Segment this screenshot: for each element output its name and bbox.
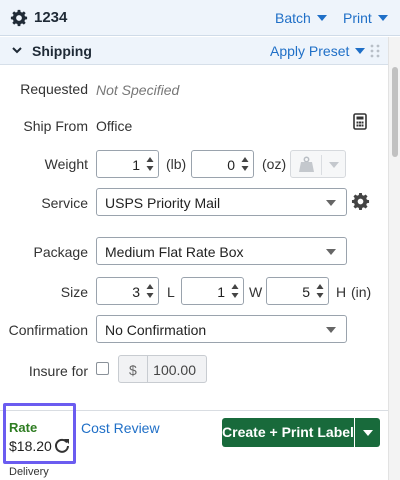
gear-icon	[10, 9, 28, 27]
weight-label: Weight	[44, 156, 88, 172]
size-width-unit: W	[249, 284, 263, 300]
scrollbar-thumb[interactable]	[392, 67, 398, 157]
stepper-icon[interactable]	[146, 283, 154, 299]
service-value: USPS Priority Mail	[105, 195, 221, 211]
batch-label: Batch	[275, 10, 311, 26]
ship-from-value[interactable]: Office	[96, 118, 132, 134]
chevron-down-icon	[326, 327, 336, 333]
confirmation-value: No Confirmation	[105, 322, 207, 338]
package-value: Medium Flat Rate Box	[105, 244, 244, 260]
chevron-down-icon	[377, 15, 388, 21]
input-divider	[147, 356, 148, 382]
calculator-icon[interactable]	[353, 113, 367, 130]
create-print-label-button[interactable]: Create + Print Label	[222, 418, 354, 447]
size-unit-label: (in)	[351, 284, 372, 300]
stepper-icon[interactable]	[241, 156, 249, 172]
scale-button[interactable]	[290, 150, 346, 178]
scrollbar[interactable]	[388, 37, 400, 480]
create-options-dropdown-button[interactable]	[355, 418, 380, 447]
size-height-unit: H	[336, 284, 347, 300]
weight-oz-value: 0	[227, 157, 235, 173]
requested-value: Not Specified	[96, 82, 180, 98]
stepper-icon[interactable]	[231, 283, 239, 299]
gear-icon[interactable]	[351, 192, 370, 211]
insure-label: Insure for	[28, 363, 88, 379]
rate-label: Rate	[9, 420, 38, 435]
batch-menu-button[interactable]: Batch	[275, 10, 327, 26]
insure-checkbox[interactable]	[96, 362, 109, 375]
cost-review-link[interactable]: Cost Review	[81, 420, 160, 436]
order-number: 1234	[34, 9, 68, 26]
rate-value: $18.20	[9, 438, 52, 454]
size-label: Size	[60, 284, 88, 300]
delivery-label: Delivery	[9, 466, 49, 478]
service-select[interactable]: USPS Priority Mail	[96, 188, 347, 216]
stepper-icon[interactable]	[146, 156, 154, 172]
size-length-input[interactable]: 3	[96, 277, 159, 305]
apply-preset-button[interactable]: Apply Preset	[270, 43, 366, 59]
section-title: Shipping	[32, 43, 92, 59]
requested-label: Requested	[20, 81, 88, 97]
order-header: 1234 Batch Print	[0, 0, 400, 36]
size-width-input[interactable]: 1	[181, 277, 244, 305]
drag-handle-icon[interactable]	[370, 44, 380, 58]
print-label: Print	[343, 10, 372, 26]
package-select[interactable]: Medium Flat Rate Box	[96, 237, 347, 265]
weight-lb-unit: (lb)	[166, 156, 187, 172]
apply-preset-label: Apply Preset	[270, 43, 350, 59]
button-divider	[321, 155, 322, 175]
size-width-value: 1	[217, 284, 225, 300]
chevron-down-icon	[316, 15, 327, 21]
weight-oz-unit: (oz)	[262, 156, 287, 172]
currency-symbol: $	[129, 362, 137, 378]
confirmation-label: Confirmation	[8, 322, 88, 338]
size-length-value: 3	[132, 284, 140, 300]
size-height-value: 5	[302, 284, 310, 300]
weight-lb-value: 1	[132, 157, 140, 173]
chevron-down-icon	[355, 48, 366, 54]
chevron-down-icon	[329, 162, 339, 168]
stepper-icon[interactable]	[316, 283, 324, 299]
chevron-down-icon	[326, 200, 336, 206]
confirmation-select[interactable]: No Confirmation	[96, 315, 347, 343]
insure-amount-input[interactable]: $ 100.00	[118, 355, 207, 383]
size-length-unit: L	[167, 284, 175, 300]
print-menu-button[interactable]: Print	[343, 10, 388, 26]
refresh-icon[interactable]	[54, 438, 70, 454]
package-label: Package	[33, 244, 88, 260]
ship-from-label: Ship From	[23, 118, 88, 134]
chevron-down-icon	[363, 430, 373, 436]
scale-icon	[299, 156, 314, 172]
chevron-down-icon[interactable]	[12, 45, 22, 55]
weight-oz-input[interactable]: 0	[191, 150, 254, 178]
size-height-input[interactable]: 5	[266, 277, 329, 305]
insure-amount-value: 100.00	[153, 362, 196, 378]
shipping-section-header[interactable]: Shipping Apply Preset	[0, 37, 388, 65]
chevron-down-icon	[326, 249, 336, 255]
weight-lb-input[interactable]: 1	[96, 150, 159, 178]
service-label: Service	[41, 195, 88, 211]
